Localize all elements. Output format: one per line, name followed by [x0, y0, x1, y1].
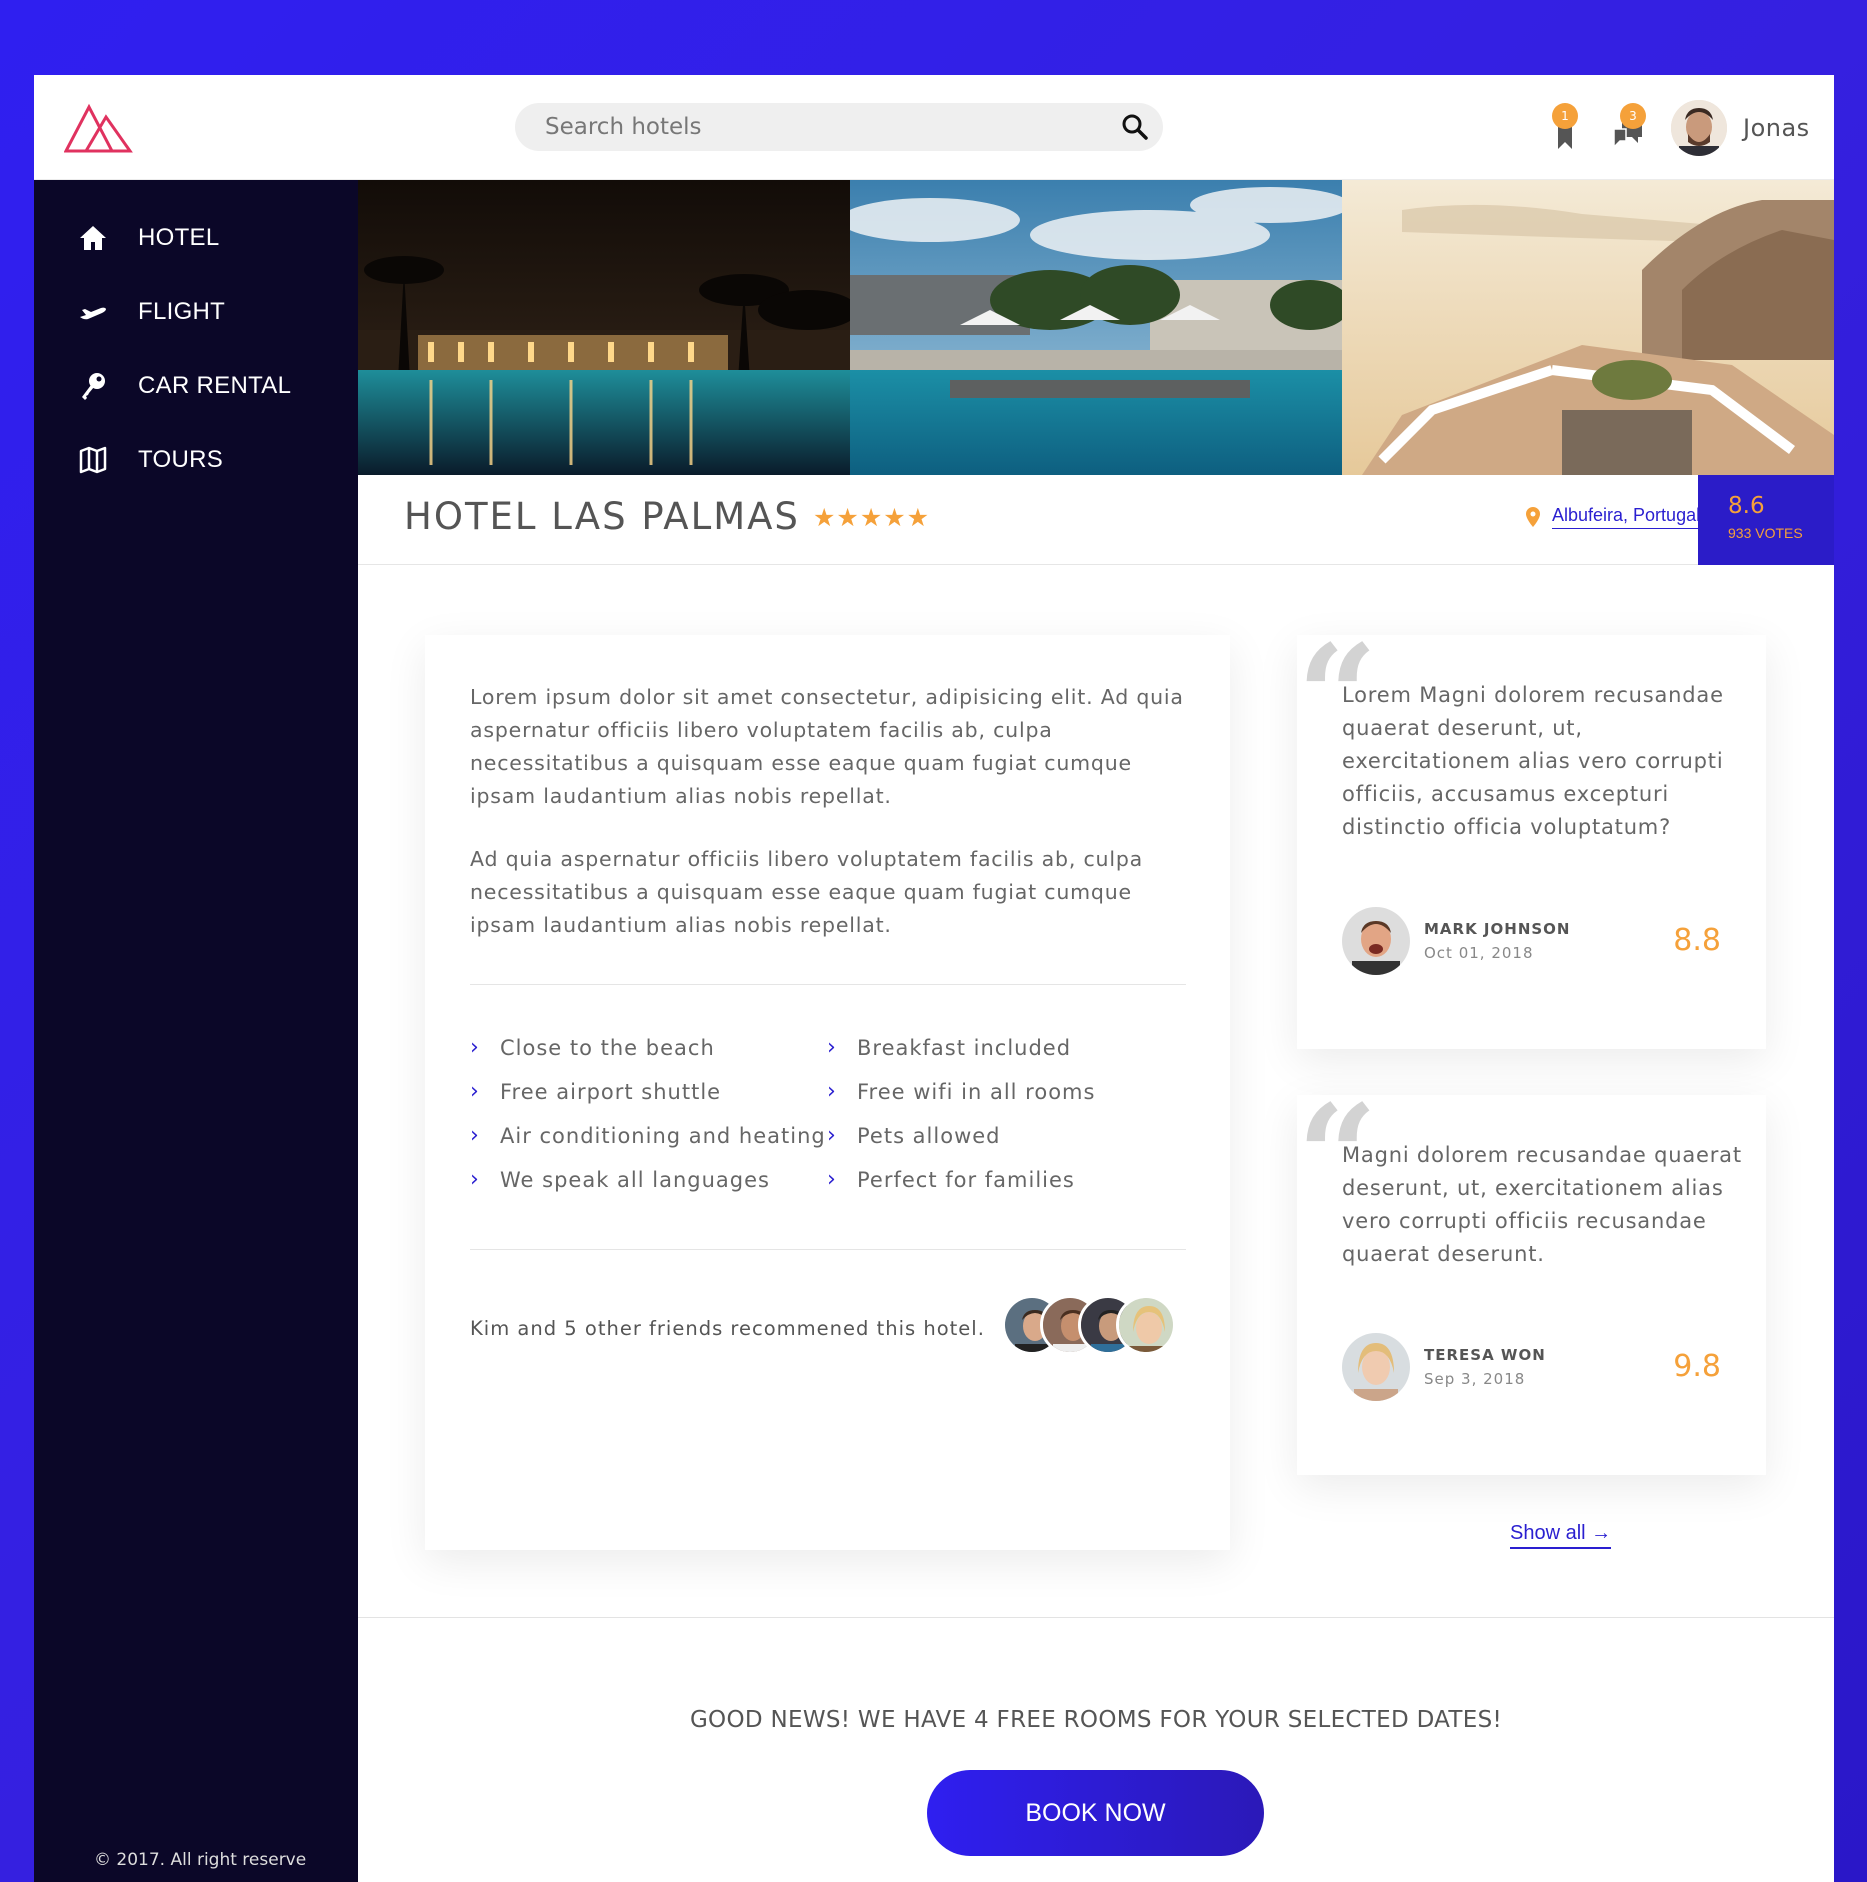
hotel-photo-night-pool[interactable] [358, 180, 850, 475]
sidebar-item-label: FLIGHT [138, 298, 226, 325]
chevron-right-icon: › [470, 1167, 480, 1192]
avatar [1671, 100, 1727, 156]
messages-button[interactable]: 3 [1606, 103, 1650, 155]
rating-box: 8.6 933 VOTES [1698, 475, 1834, 565]
rating-score: 8.6 [1728, 493, 1765, 519]
user-menu[interactable]: Jonas [1671, 99, 1810, 157]
home-icon [76, 221, 110, 255]
sidebar-item-label: HOTEL [138, 224, 220, 251]
bookmarks-badge: 1 [1552, 103, 1578, 129]
search-input[interactable] [545, 103, 1105, 151]
hotel-photo-day-pool[interactable] [850, 180, 1342, 475]
review-date: Sep 3, 2018 [1424, 1370, 1526, 1388]
chevron-right-icon: › [827, 1123, 837, 1148]
review-author-name: TERESA WON [1424, 1346, 1546, 1364]
feature-item: › Pets allowed [827, 1123, 1001, 1148]
description-paragraph: Ad quia aspernatur officiis libero volup… [470, 847, 1144, 937]
chevron-right-icon: › [827, 1079, 837, 1104]
hotel-photo-terrace[interactable] [1342, 180, 1834, 475]
avatar [1342, 1333, 1410, 1401]
top-header: 1 3 Jonas [34, 75, 1834, 180]
map-icon [76, 443, 110, 477]
user-name: Jonas [1743, 114, 1810, 142]
review-author: TERESA WON Sep 3, 2018 [1342, 1333, 1546, 1401]
search-icon[interactable] [1121, 113, 1149, 141]
star-rating: ★★★★★ [813, 503, 931, 532]
feature-item: › Free airport shuttle [470, 1079, 722, 1104]
review-text: Magni dolorem recusandae quaerat deserun… [1342, 1143, 1742, 1266]
avatar [1116, 1295, 1176, 1355]
page-title: HOTEL LAS PALMAS [404, 495, 800, 538]
friend-avatars[interactable] [1002, 1295, 1187, 1355]
bookmarks-button[interactable]: 1 [1544, 103, 1588, 155]
review-score: 9.8 [1673, 1349, 1721, 1384]
app-window: 1 3 Jonas [34, 75, 1834, 1882]
review-author: MARK JOHNSON Oct 01, 2018 [1342, 907, 1570, 975]
search-bar [515, 103, 1163, 151]
description: Lorem ipsum dolor sit amet consectetur, … [470, 681, 1190, 942]
feature-item: › Air conditioning and heating [470, 1123, 826, 1148]
feature-item: › Free wifi in all rooms [827, 1079, 1096, 1104]
avatar [1342, 907, 1410, 975]
review-text: Lorem Magni dolorem recusandae quaerat d… [1342, 683, 1724, 839]
availability-message: GOOD NEWS! WE HAVE 4 FREE ROOMS FOR YOUR… [689, 1707, 1503, 1733]
feature-item: › Close to the beach [470, 1035, 715, 1060]
location-link[interactable]: Albufeira, Portugal [1552, 505, 1701, 529]
photo-gallery [358, 180, 1834, 475]
description-paragraph: Lorem ipsum dolor sit amet consectetur, … [470, 685, 1184, 808]
recommend-text: Kim and 5 other friends recommened this … [470, 1317, 985, 1340]
sidebar-item-hotel[interactable]: HOTEL [76, 218, 220, 258]
review-author-name: MARK JOHNSON [1424, 920, 1571, 938]
location: Albufeira, Portugal [1526, 505, 1701, 529]
sidebar-item-tours[interactable]: TOURS [76, 440, 223, 480]
review-card: “ Lorem Magni dolorem recusandae quaerat… [1297, 627, 1766, 1049]
divider [358, 1617, 1834, 1618]
sidebar-item-car-rental[interactable]: CAR RENTAL [76, 366, 291, 406]
chevron-right-icon: › [827, 1167, 837, 1192]
hotel-description-card: Lorem ipsum dolor sit amet consectetur, … [425, 635, 1230, 1550]
review-date: Oct 01, 2018 [1424, 944, 1534, 962]
divider [470, 1249, 1186, 1250]
chevron-right-icon: › [470, 1035, 480, 1060]
review-card: “ Magni dolorem recusandae quaerat deser… [1297, 1087, 1766, 1475]
hotel-title-bar: HOTEL LAS PALMAS ★★★★★ Albufeira, Portug… [358, 475, 1834, 565]
book-now-button[interactable]: BOOK NOW [927, 1770, 1264, 1856]
show-all-link[interactable]: Show all → [1510, 1522, 1612, 1549]
sidebar-item-flight[interactable]: FLIGHT [76, 292, 225, 332]
chevron-right-icon: › [827, 1035, 837, 1060]
chevron-right-icon: › [470, 1079, 480, 1104]
feature-item: › Breakfast included [827, 1035, 1072, 1060]
logo-icon[interactable] [64, 101, 134, 155]
divider [470, 984, 1186, 985]
sidebar-item-label: TOURS [138, 446, 224, 473]
rating-votes: 933 VOTES [1728, 525, 1803, 541]
plane-icon [76, 295, 110, 329]
feature-item: › Perfect for families [827, 1167, 1075, 1192]
copyright: © 2017. All right reserve [94, 1850, 307, 1870]
sidebar: HOTEL FLIGHT CAR RENTAL TOURS © 2017. Al… [34, 180, 358, 1882]
sidebar-item-label: CAR RENTAL [138, 372, 292, 399]
key-icon [76, 369, 110, 403]
chevron-right-icon: › [470, 1123, 480, 1148]
feature-item: › We speak all languages [470, 1167, 770, 1192]
review-score: 8.8 [1673, 923, 1721, 958]
messages-badge: 3 [1620, 103, 1646, 129]
location-pin-icon [1526, 507, 1540, 527]
